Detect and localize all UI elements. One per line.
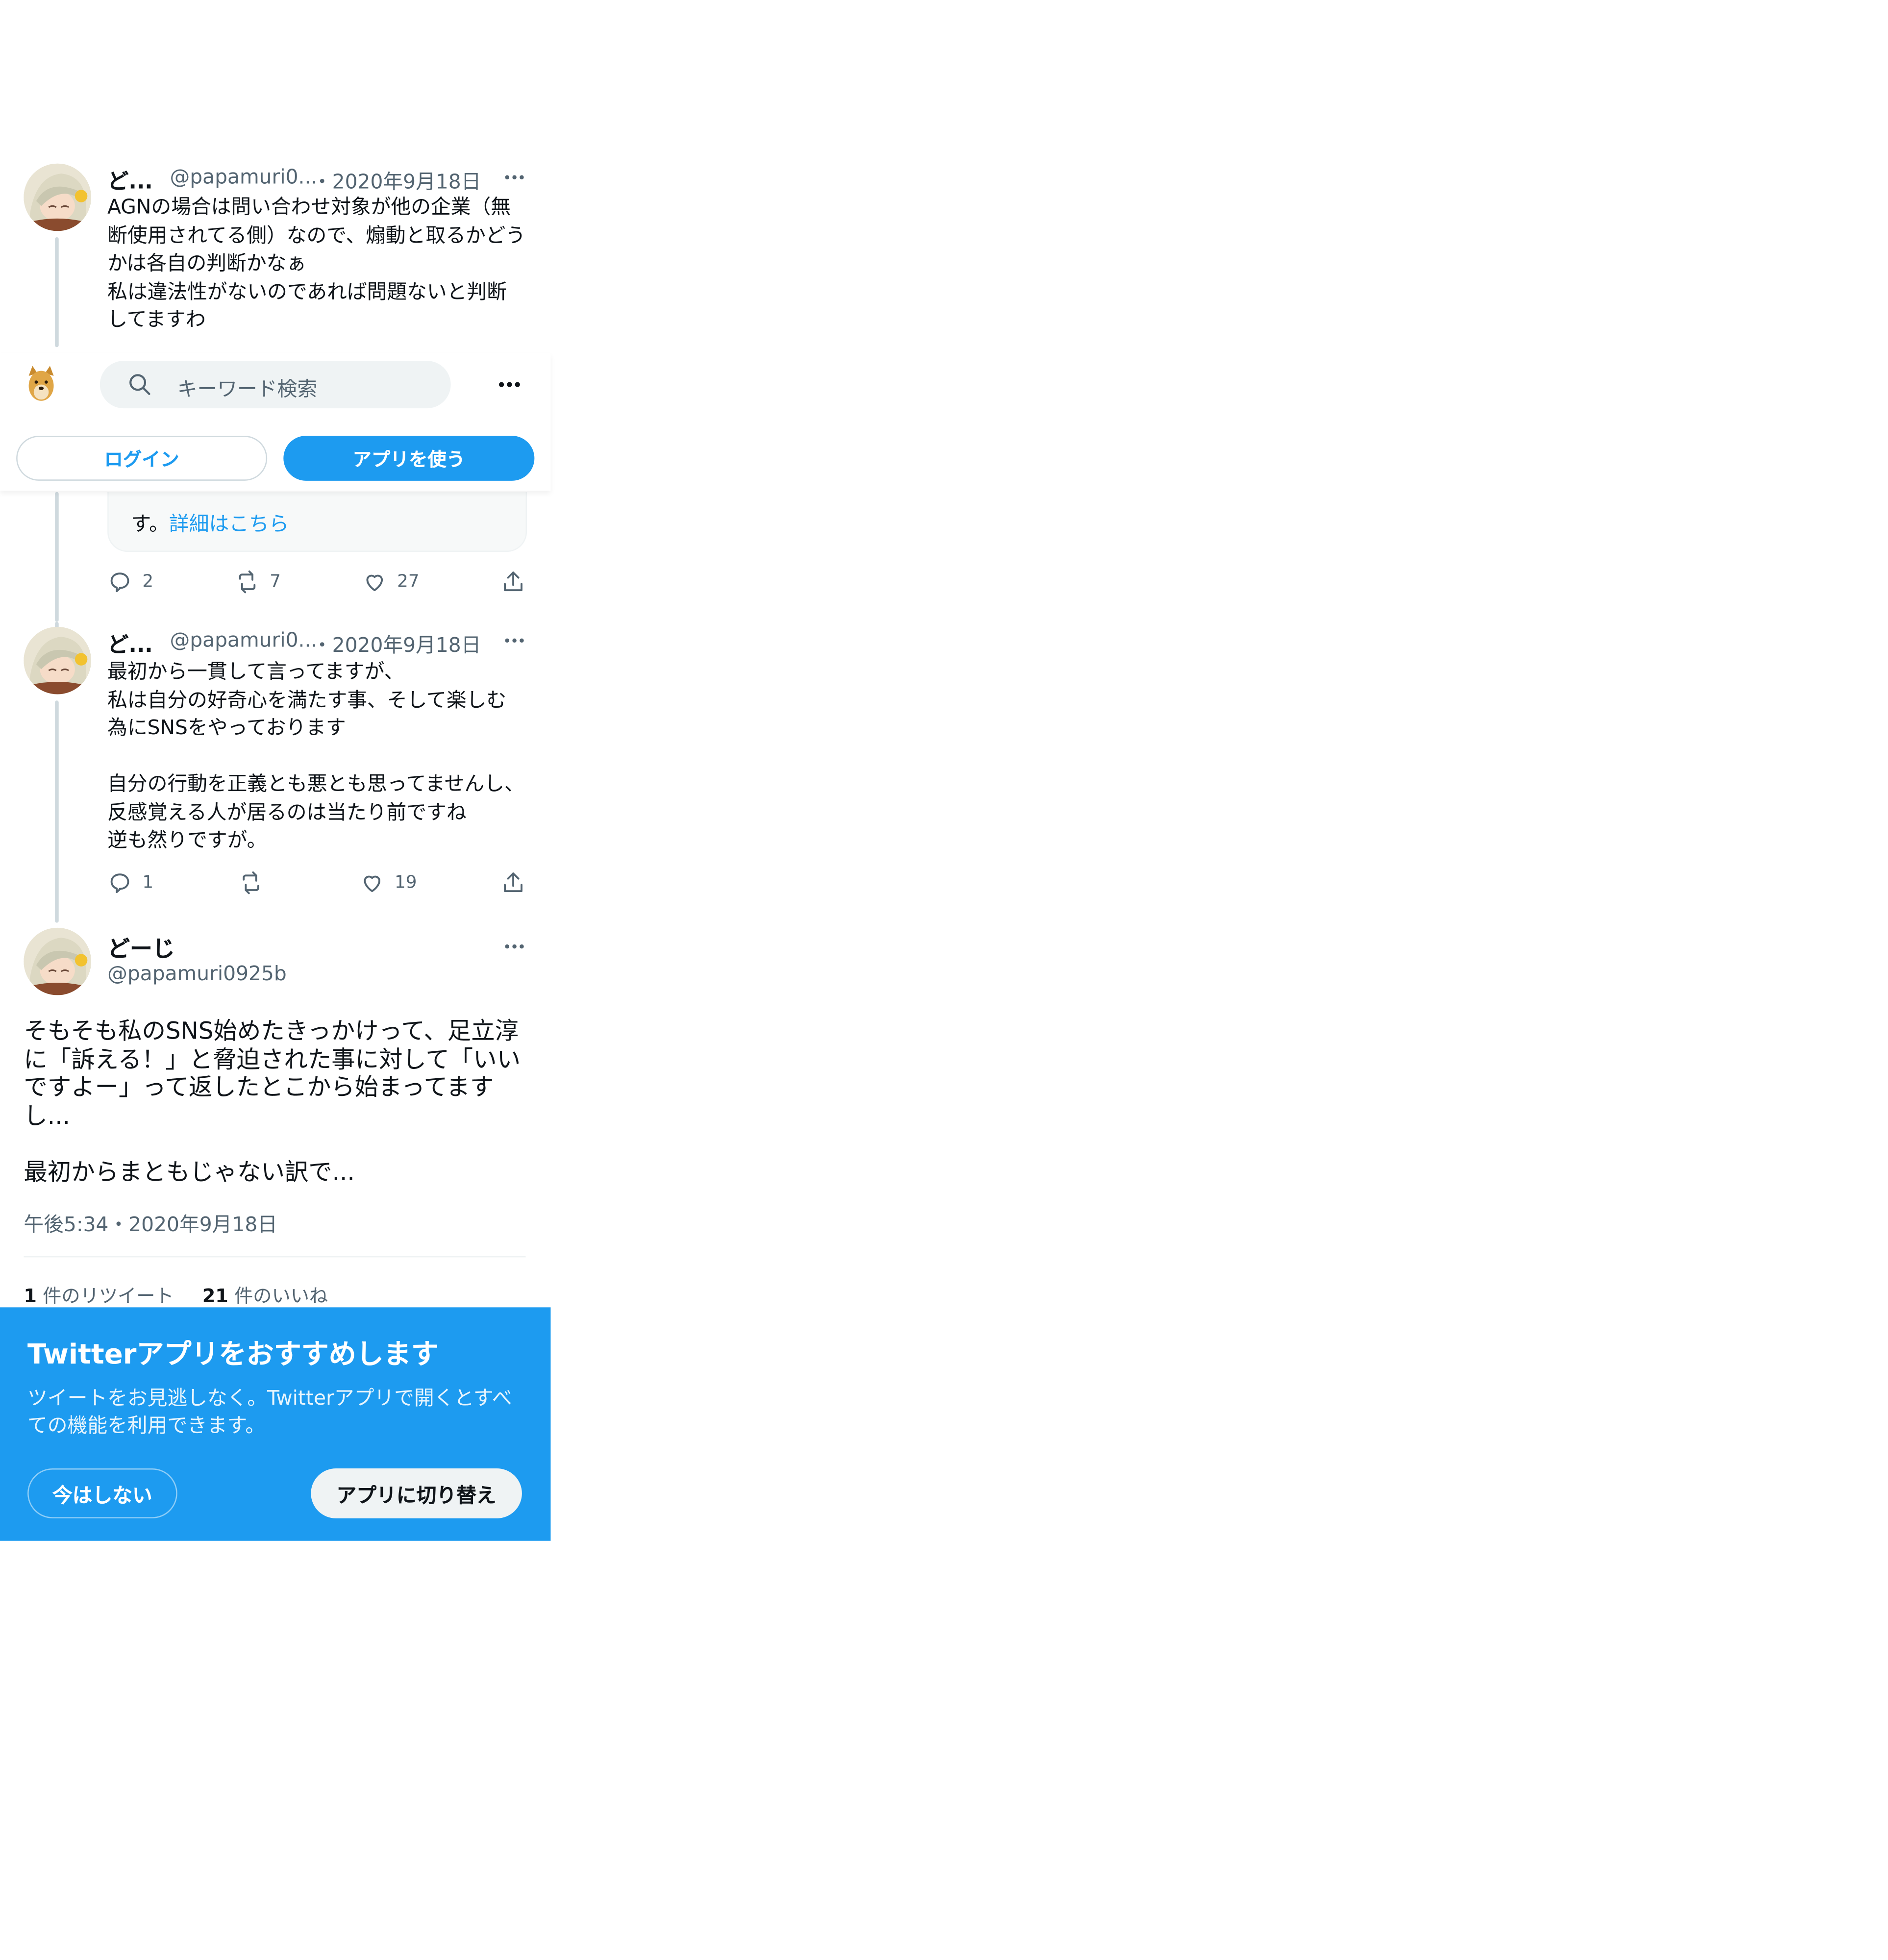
display-name[interactable]: ど... bbox=[107, 164, 153, 195]
tweet-timestamp[interactable]: 午後5:34・2020年9月18日 bbox=[24, 1208, 277, 1238]
learn-more-link[interactable]: 詳細はこちら bbox=[169, 512, 289, 536]
share-button[interactable] bbox=[501, 870, 526, 895]
reply-button[interactable]: 2 bbox=[107, 570, 153, 595]
user-handle[interactable]: @papamuri0... bbox=[170, 628, 317, 651]
reply-icon bbox=[110, 572, 129, 593]
card-text: す。 bbox=[131, 512, 169, 536]
share-icon bbox=[504, 571, 522, 592]
retweet-button[interactable] bbox=[239, 870, 273, 895]
app-promo-banner: Twitterアプリをおすすめします ツイートをお見逃しなく。Twitterアプ… bbox=[0, 1307, 551, 1541]
share-button[interactable] bbox=[501, 570, 526, 595]
retweet-stat[interactable]: 1 件のリツイート bbox=[24, 1282, 174, 1308]
avatar-image bbox=[24, 626, 91, 695]
more-icon[interactable] bbox=[501, 933, 528, 960]
use-app-button[interactable]: アプリを使う bbox=[283, 436, 535, 481]
search-input[interactable]: キーワード検索 bbox=[99, 361, 451, 409]
retweet-icon bbox=[243, 871, 259, 894]
withheld-card: す。詳細はこちら bbox=[107, 492, 527, 552]
tweet-date[interactable]: ・2020年9月18日 bbox=[312, 165, 481, 195]
reply-icon bbox=[110, 873, 129, 893]
retweet-stat-count: 1 bbox=[24, 1285, 37, 1308]
login-button[interactable]: ログイン bbox=[16, 436, 268, 481]
avatar-image bbox=[24, 927, 91, 995]
more-icon[interactable] bbox=[501, 164, 528, 191]
reply-button[interactable]: 1 bbox=[107, 870, 153, 895]
main-tweet-text: そもそも私のSNS始めたきっかけって、足立淳に「訴える！」と脅迫された事に対して… bbox=[24, 1017, 521, 1186]
heart-icon bbox=[364, 875, 380, 893]
top-header: キーワード検索 ログイン アプリを使う bbox=[0, 353, 551, 491]
avatar[interactable] bbox=[24, 163, 91, 231]
tweet-text: AGNの場合は問い合わせ対象が他の企業（無断使用されてる側）なので、煽動と取るか… bbox=[107, 195, 526, 331]
share-icon bbox=[504, 872, 522, 893]
reply-count: 1 bbox=[142, 872, 154, 893]
like-stat-count: 21 bbox=[202, 1285, 228, 1308]
retweet-count: 7 bbox=[270, 571, 281, 592]
more-icon[interactable] bbox=[496, 371, 523, 398]
like-stat-label: 件のいいね bbox=[234, 1285, 328, 1308]
thread-line bbox=[55, 237, 59, 347]
tweet-date[interactable]: ・2020年9月18日 bbox=[312, 628, 481, 658]
search-placeholder: キーワード検索 bbox=[177, 377, 318, 401]
thread-line bbox=[55, 700, 59, 923]
not-now-button[interactable]: 今はしない bbox=[27, 1468, 177, 1518]
like-count: 27 bbox=[397, 571, 420, 592]
user-handle[interactable]: @papamuri0... bbox=[170, 165, 317, 188]
divider bbox=[24, 1256, 526, 1258]
heart-icon bbox=[366, 574, 383, 592]
like-count: 19 bbox=[395, 872, 417, 893]
thread-line bbox=[55, 492, 59, 622]
twitter-mobile-page: ど... @papamuri0... ・2020年9月18日 AGNの場合は問い… bbox=[0, 0, 1888, 1960]
like-button[interactable]: 27 bbox=[362, 570, 420, 595]
display-name[interactable]: ど... bbox=[107, 627, 153, 658]
more-icon[interactable] bbox=[501, 627, 528, 654]
avatar-image bbox=[24, 163, 91, 231]
user-handle[interactable]: @papamuri0925b bbox=[107, 962, 287, 985]
tweet-text: 最初から一貫して言ってますが、 私は自分の好奇心を満たす事、そして楽しむ為にSN… bbox=[107, 659, 524, 852]
switch-to-app-button[interactable]: アプリに切り替え bbox=[311, 1468, 522, 1518]
banner-description: ツイートをお見逃しなく。Twitterアプリで開くとすべての機能を利用できます。 bbox=[27, 1386, 512, 1438]
retweet-stat-label: 件のリツイート bbox=[43, 1285, 174, 1308]
doge-avatar-icon[interactable] bbox=[25, 363, 57, 403]
retweet-icon bbox=[239, 571, 256, 594]
banner-title: Twitterアプリをおすすめします bbox=[27, 1340, 439, 1371]
avatar[interactable] bbox=[24, 626, 91, 695]
avatar[interactable] bbox=[24, 927, 91, 995]
search-icon bbox=[129, 374, 150, 395]
like-button[interactable]: 19 bbox=[360, 870, 417, 895]
display-name[interactable]: どーじ bbox=[107, 932, 175, 964]
retweet-button[interactable]: 7 bbox=[235, 570, 281, 595]
reply-count: 2 bbox=[142, 571, 154, 592]
like-stat[interactable]: 21 件のいいね bbox=[202, 1282, 328, 1308]
